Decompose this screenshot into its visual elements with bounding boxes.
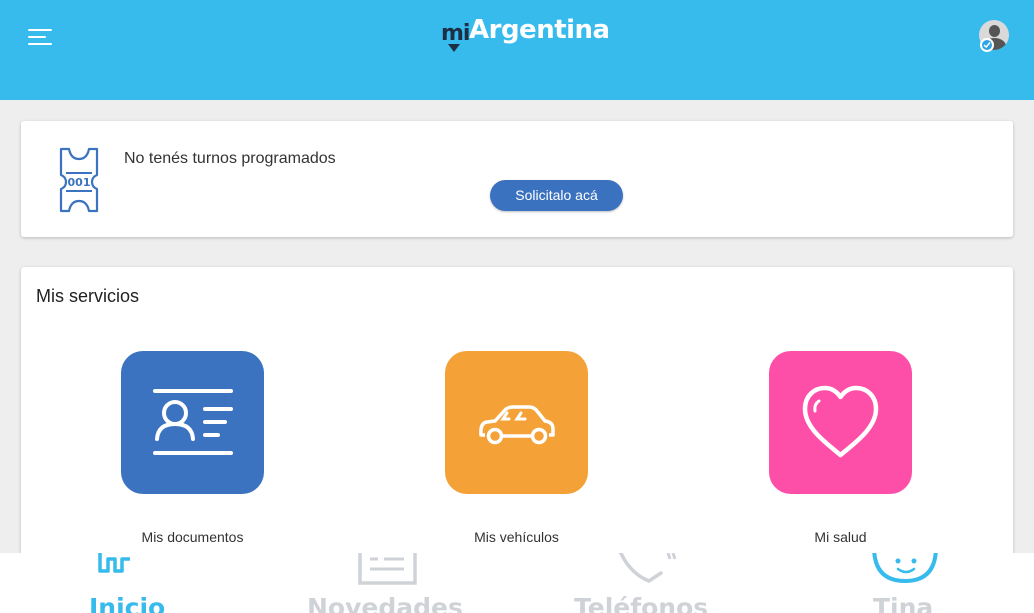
- ticket-icon: 001: [59, 147, 99, 213]
- logo-mi-text: mi: [441, 21, 470, 46]
- service-label: Mis documentos: [141, 529, 244, 545]
- service-label: Mis vehículos: [474, 529, 559, 545]
- servicios-card: Mis servicios Mis documentos Mis vehícul…: [21, 267, 1013, 597]
- menu-line: [28, 43, 52, 45]
- menu-button[interactable]: [26, 26, 56, 48]
- mi-argentina-logo: mi Argentina: [441, 14, 610, 54]
- servicios-title: Mis servicios: [36, 286, 140, 306]
- nav-label: Inicio: [89, 593, 166, 613]
- service-mi-salud[interactable]: Mi salud: [769, 351, 912, 545]
- home-icon: [98, 553, 130, 573]
- solicitar-turno-button[interactable]: Solicitalo acá: [490, 180, 623, 211]
- documents-tile: [121, 351, 264, 494]
- bottom-navigation: Inicio Novedades Teléfonos Tina: [0, 553, 1034, 613]
- vehicles-tile: [445, 351, 588, 494]
- app-header: mi Argentina: [0, 0, 1034, 100]
- service-mis-vehiculos[interactable]: Mis vehículos: [445, 351, 588, 545]
- service-label: Mi salud: [814, 529, 867, 545]
- no-turnos-message: No tenés turnos programados: [124, 150, 336, 167]
- car-icon: [479, 405, 555, 445]
- nav-label: Tina: [873, 593, 934, 613]
- phone-icon: [618, 553, 677, 583]
- nav-item-inicio[interactable]: Inicio: [80, 553, 180, 613]
- turnos-card: 001 No tenés turnos programados Solicita…: [21, 121, 1013, 237]
- health-tile: [769, 351, 912, 494]
- svg-text:001: 001: [68, 176, 91, 189]
- nav-label: Novedades: [307, 593, 463, 613]
- service-mis-documentos[interactable]: Mis documentos: [121, 351, 264, 545]
- tina-bot-icon: [872, 553, 938, 584]
- logo-argentina-text: Argentina: [469, 15, 610, 45]
- news-icon: [358, 553, 417, 585]
- nav-label: Teléfonos: [574, 593, 709, 613]
- heart-icon: [802, 385, 879, 458]
- nav-item-telefonos[interactable]: Teléfonos: [565, 553, 725, 613]
- logo-pin-triangle: [448, 44, 460, 52]
- avatar-head: [989, 25, 1000, 37]
- menu-line: [28, 36, 46, 38]
- verified-badge-icon: [980, 38, 994, 52]
- id-card-icon: [153, 389, 233, 455]
- nav-item-novedades[interactable]: Novedades: [300, 553, 480, 613]
- menu-line: [28, 29, 52, 31]
- nav-item-tina[interactable]: Tina: [860, 553, 950, 613]
